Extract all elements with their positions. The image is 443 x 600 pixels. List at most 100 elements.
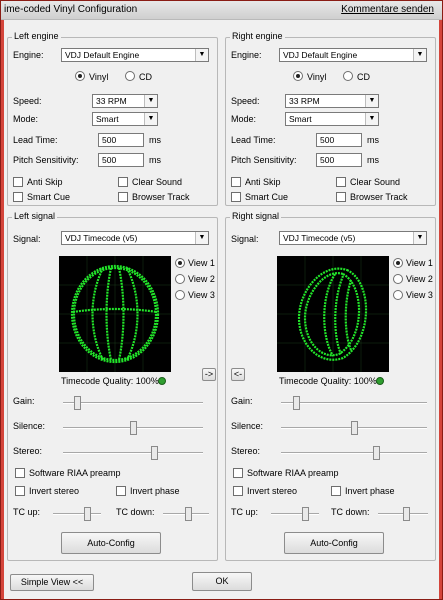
- left-lead-time-label: Lead Time:: [13, 135, 58, 145]
- right-riaa-checkbox[interactable]: [233, 468, 243, 478]
- right-cd-radio[interactable]: [343, 71, 353, 81]
- left-anti-skip-label: Anti Skip: [27, 177, 63, 187]
- right-pitch-input[interactable]: 500: [316, 153, 362, 167]
- left-copy-to-right-button[interactable]: ->: [202, 368, 216, 381]
- left-invert-stereo-checkbox[interactable]: [15, 486, 25, 496]
- right-clear-sound-label: Clear Sound: [350, 177, 401, 187]
- left-view2-radio[interactable]: [175, 274, 185, 284]
- right-engine-select[interactable]: VDJ Default Engine ▼: [279, 48, 427, 62]
- right-view2-radio[interactable]: [393, 274, 403, 284]
- right-mode-select[interactable]: Smart ▼: [285, 112, 379, 126]
- right-signal-group: Right signal Signal: VDJ Timecode (v5) ▼: [225, 211, 436, 561]
- right-invert-stereo-checkbox[interactable]: [233, 486, 243, 496]
- right-speed-select-value: 33 RPM: [289, 96, 320, 106]
- right-timecode-quality: Timecode Quality: 100%: [279, 376, 377, 386]
- left-lead-time-unit: ms: [149, 135, 161, 145]
- right-tc-down-slider[interactable]: [402, 507, 410, 521]
- left-engine-group: Left engine Engine: VDJ Default Engine ▼…: [7, 31, 218, 206]
- left-cd-radio[interactable]: [125, 71, 135, 81]
- left-gain-slider[interactable]: [74, 396, 81, 410]
- right-timecode-scope: [277, 256, 389, 372]
- left-lead-time-input[interactable]: 500: [98, 133, 144, 147]
- right-view3-label: View 3: [406, 290, 433, 300]
- left-stereo-slider[interactable]: [151, 446, 158, 460]
- right-signal-select-value: VDJ Timecode (v5): [283, 233, 356, 243]
- right-copy-to-left-button[interactable]: <-: [231, 368, 245, 381]
- right-lead-time-input[interactable]: 500: [316, 133, 362, 147]
- ok-button[interactable]: OK: [192, 572, 252, 591]
- right-smart-cue-checkbox[interactable]: [231, 192, 241, 202]
- left-silence-slider[interactable]: [130, 421, 137, 435]
- left-signal-legend: Left signal: [12, 211, 58, 221]
- right-gain-slider[interactable]: [292, 396, 300, 410]
- right-view2-label: View 2: [406, 274, 433, 284]
- right-engine-group: Right engine Engine: VDJ Default Engine …: [225, 31, 436, 206]
- left-riaa-label: Software RIAA preamp: [29, 468, 121, 478]
- left-gain-label: Gain:: [13, 396, 35, 406]
- right-signal-select[interactable]: VDJ Timecode (v5) ▼: [279, 231, 427, 245]
- right-silence-label: Silence:: [231, 421, 264, 431]
- right-vinyl-radio[interactable]: [293, 71, 303, 81]
- left-invert-phase-checkbox[interactable]: [116, 486, 126, 496]
- right-browser-track-checkbox[interactable]: [336, 192, 346, 202]
- left-auto-config-button[interactable]: Auto-Config: [61, 532, 161, 554]
- left-engine-select[interactable]: VDJ Default Engine ▼: [61, 48, 209, 62]
- title-bar[interactable]: ime-coded Vinyl Configuration Kommentare…: [1, 1, 442, 20]
- left-signal-select-value: VDJ Timecode (v5): [65, 233, 138, 243]
- left-pitch-input[interactable]: 500: [98, 153, 144, 167]
- right-anti-skip-checkbox[interactable]: [231, 177, 241, 187]
- left-stereo-track: [63, 452, 203, 454]
- left-pitch-label: Pitch Sensitivity:: [13, 155, 79, 165]
- left-engine-legend: Left engine: [12, 31, 61, 41]
- right-view1-radio[interactable]: [393, 258, 403, 268]
- simple-view-button[interactable]: Simple View <<: [10, 574, 94, 591]
- right-engine-select-value: VDJ Default Engine: [283, 50, 358, 60]
- left-clear-sound-label: Clear Sound: [132, 177, 183, 187]
- chevron-down-icon: ▼: [413, 232, 426, 244]
- left-clear-sound-checkbox[interactable]: [118, 177, 128, 187]
- left-speed-select-value: 33 RPM: [96, 96, 127, 106]
- right-speed-label: Speed:: [231, 96, 260, 106]
- left-tc-down-slider[interactable]: [185, 507, 193, 521]
- chevron-down-icon: ▼: [195, 49, 208, 61]
- left-mode-select[interactable]: Smart ▼: [92, 112, 158, 126]
- feedback-link[interactable]: Kommentare senden: [341, 4, 434, 15]
- config-window: ime-coded Vinyl Configuration Kommentare…: [0, 0, 443, 600]
- right-vinyl-label: Vinyl: [307, 72, 327, 82]
- right-speed-select[interactable]: 33 RPM ▼: [285, 94, 379, 108]
- left-browser-track-label: Browser Track: [132, 192, 190, 202]
- right-tc-up-slider[interactable]: [301, 507, 309, 521]
- right-mode-label: Mode:: [231, 114, 257, 124]
- left-speed-select[interactable]: 33 RPM ▼: [92, 94, 158, 108]
- right-invert-phase-checkbox[interactable]: [331, 486, 341, 496]
- right-silence-slider[interactable]: [351, 421, 358, 435]
- right-clear-sound-checkbox[interactable]: [336, 177, 346, 187]
- left-invert-phase-label: Invert phase: [130, 486, 180, 496]
- right-engine-legend: Right engine: [230, 31, 285, 41]
- left-smart-cue-label: Smart Cue: [27, 192, 71, 202]
- left-browser-track-checkbox[interactable]: [118, 192, 128, 202]
- left-view3-radio[interactable]: [175, 290, 185, 300]
- left-signal-select[interactable]: VDJ Timecode (v5) ▼: [61, 231, 209, 245]
- left-anti-skip-checkbox[interactable]: [13, 177, 23, 187]
- left-vinyl-radio[interactable]: [75, 71, 85, 81]
- right-tc-down-label: TC down:: [331, 507, 370, 517]
- left-timecode-scope: [59, 256, 171, 372]
- window-frame-left: [1, 20, 4, 599]
- left-vinyl-label: Vinyl: [89, 72, 109, 82]
- right-auto-config-button[interactable]: Auto-Config: [284, 532, 384, 554]
- left-smart-cue-checkbox[interactable]: [13, 192, 23, 202]
- right-quality-indicator-icon: [376, 377, 384, 385]
- right-riaa-label: Software RIAA preamp: [247, 468, 339, 478]
- right-view3-radio[interactable]: [393, 290, 403, 300]
- left-gain-track: [63, 402, 203, 404]
- window-frame-right: [439, 20, 442, 599]
- left-view3-label: View 3: [188, 290, 215, 300]
- left-view1-radio[interactable]: [175, 258, 185, 268]
- right-signal-label: Signal:: [231, 234, 259, 244]
- left-riaa-checkbox[interactable]: [15, 468, 25, 478]
- left-quality-indicator-icon: [158, 377, 166, 385]
- right-stereo-slider[interactable]: [372, 446, 380, 460]
- right-scope-trace: [277, 256, 389, 372]
- left-tc-up-slider[interactable]: [83, 507, 91, 521]
